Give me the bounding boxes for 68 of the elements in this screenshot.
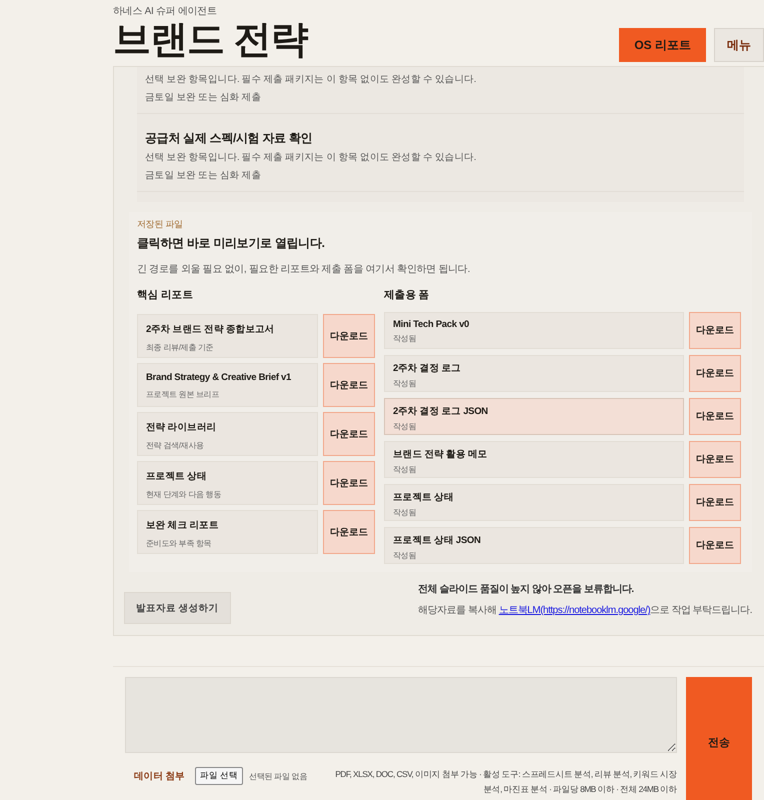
file-item[interactable]: 프로젝트 상태 JSON 작성됨 (384, 527, 684, 564)
file-item[interactable]: Brand Strategy & Creative Brief v1 프로젝트 원본 브리프 (137, 363, 318, 407)
file-name: Brand Strategy & Creative Brief v1 (146, 372, 292, 383)
section-heading: 클릭하면 바로 미리보기로 열립니다. (137, 235, 326, 252)
download-button[interactable]: 다운로드 (689, 527, 741, 564)
file-meta: 작성됨 (393, 507, 418, 518)
file-choose-button[interactable]: 파일 선택 (194, 767, 244, 785)
report-button[interactable]: OS 리포트 (619, 28, 706, 62)
file-meta: 작성됨 (393, 378, 418, 389)
file-item[interactable]: 보완 체크 리포트 준비도와 부족 항목 (137, 510, 318, 554)
download-button[interactable]: 다운로드 (323, 363, 375, 407)
column-title: 제출용 폼 (384, 288, 430, 300)
file-name: Mini Tech Pack v0 (393, 319, 470, 330)
task-note: 금토일 보완 또는 심화 제출 (145, 169, 262, 182)
download-button[interactable]: 다운로드 (323, 461, 375, 505)
attach-help-text: PDF, XLSX, DOC, CSV, 이미지 첨부 가능 · 활성 도구: 스프레드시트 분석, 리뷰 분석, 키워드 시장 분석, 마진표 분석 · 파일당 8MB 이하 · 전체 24MB 이하 (334, 768, 677, 796)
send-button[interactable]: 전송 (686, 677, 752, 800)
file-status: 선택된 파일 없음 (249, 771, 307, 782)
download-button[interactable]: 다운로드 (323, 314, 375, 358)
file-meta: 최종 리뷰/제출 기준 (146, 342, 214, 353)
message-input[interactable] (125, 677, 677, 753)
download-button[interactable]: 다운로드 (689, 441, 741, 478)
section-label: 저장된 파일 (137, 218, 184, 231)
task-description: 선택 보완 항목입니다. 필수 제출 패키지는 이 항목 없이도 완성할 수 있습니다. (145, 73, 478, 86)
file-name: 프로젝트 상태 (146, 470, 208, 483)
notebook-link[interactable]: 노트북LM(https://notebooklm.google/) (498, 605, 650, 616)
download-button[interactable]: 다운로드 (689, 312, 741, 349)
file-item[interactable]: Mini Tech Pack v0 작성됨 (384, 312, 684, 349)
file-meta: 작성됨 (393, 464, 418, 475)
download-button[interactable]: 다운로드 (323, 510, 375, 554)
file-meta: 프로젝트 원본 브리프 (146, 389, 220, 400)
task-title: 공급처 실제 스펙/시험 자료 확인 (145, 130, 314, 147)
generate-slides-button[interactable]: 발표자료 생성하기 (124, 592, 231, 624)
file-meta: 작성됨 (393, 421, 418, 432)
file-item[interactable]: 2주차 브랜드 전략 종합보고서 최종 리뷰/제출 기준 (137, 314, 318, 358)
file-name: 프로젝트 상태 JSON (393, 534, 482, 547)
file-item[interactable]: 2주차 결정 로그 JSON 작성됨 (384, 398, 684, 435)
task-note: 금토일 보완 또는 심화 제출 (145, 91, 262, 104)
hint-text: 해당자료를 복사해 노트북LM(https://notebooklm.google/)으로 작업 부탁드립니다. (418, 604, 752, 617)
file-item[interactable]: 프로젝트 상태 현재 단계와 다음 행동 (137, 461, 318, 505)
file-name: 프로젝트 상태 (393, 491, 455, 504)
file-name: 브랜드 전략 활용 메모 (393, 448, 488, 461)
file-meta: 작성됨 (393, 333, 418, 344)
page-title: 브랜드 전략 (113, 18, 308, 62)
file-item[interactable]: 2주차 결정 로그 작성됨 (384, 355, 684, 392)
file-meta: 전략 검색/재사용 (146, 440, 205, 451)
file-name: 2주차 결정 로그 (393, 362, 462, 375)
file-item[interactable]: 브랜드 전략 활용 메모 작성됨 (384, 441, 684, 478)
notice-text: 전체 슬라이드 품질이 높지 않아 오픈을 보류합니다. (418, 583, 635, 596)
download-button[interactable]: 다운로드 (323, 412, 375, 456)
download-button[interactable]: 다운로드 (689, 484, 741, 521)
task-description: 선택 보완 항목입니다. 필수 제출 패키지는 이 항목 없이도 완성할 수 있습니다. (145, 151, 478, 164)
file-name: 보완 체크 리포트 (146, 519, 220, 532)
app-subtitle: 하네스 AI 슈퍼 에이전트 (113, 5, 218, 18)
download-button[interactable]: 다운로드 (689, 355, 741, 392)
file-name: 2주차 브랜드 전략 종합보고서 (146, 323, 276, 336)
file-meta: 작성됨 (393, 550, 418, 561)
file-meta: 준비도와 부족 항목 (146, 538, 212, 549)
file-item[interactable]: 프로젝트 상태 작성됨 (384, 484, 684, 521)
file-item[interactable]: 전략 라이브러리 전략 검색/재사용 (137, 412, 318, 456)
file-meta: 현재 단계와 다음 행동 (146, 489, 222, 500)
section-description: 긴 경로를 외울 필요 없이, 필요한 리포트와 제출 폼을 여기서 확인하면 됩니다. (137, 263, 471, 276)
column-title: 핵심 리포트 (137, 288, 194, 300)
download-button[interactable]: 다운로드 (689, 398, 741, 435)
menu-button[interactable]: 메뉴 (714, 28, 764, 62)
file-name: 전략 라이브러리 (146, 421, 218, 434)
attach-label: 데이터 첨부 (134, 770, 185, 783)
file-name: 2주차 결정 로그 JSON (393, 405, 489, 418)
